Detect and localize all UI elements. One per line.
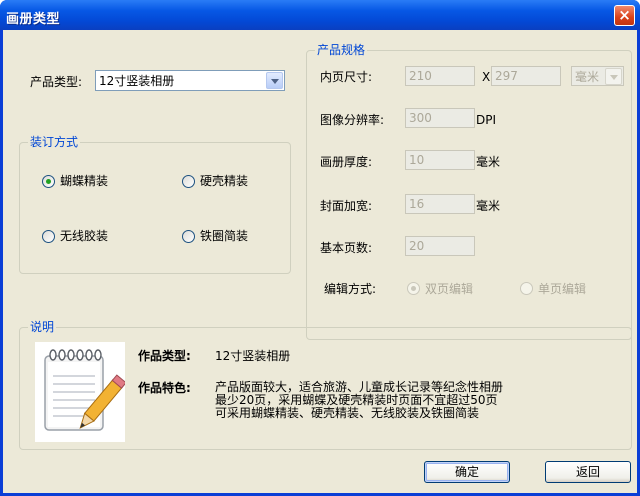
unit-value: 毫米 [575, 70, 600, 84]
work-type-value: 12寸竖装相册 [215, 349, 291, 363]
description-group-title: 说明 [28, 320, 57, 334]
work-type-label: 作品类型: [138, 349, 191, 363]
edit-mode-label-double: 双页编辑 [425, 282, 474, 296]
resolution-unit: DPI [476, 113, 497, 127]
close-button[interactable]: × [614, 5, 635, 26]
product-type-value: 12寸竖装相册 [99, 74, 175, 88]
chevron-down-icon[interactable] [605, 68, 622, 85]
spec-group-title: 产品规格 [315, 43, 368, 57]
resolution-field[interactable]: 300 [405, 108, 475, 128]
dialog-window: 画册类型 × 产品类型: 12寸竖装相册 装订方式 蝴蝶精装 硬壳精装 无线胶装… [0, 0, 640, 496]
edit-mode-radio-double[interactable] [407, 282, 420, 295]
thickness-unit: 毫米 [476, 155, 501, 169]
binding-label-hardcover: 硬壳精装 [200, 174, 249, 188]
cover-width-field[interactable]: 16 [405, 194, 475, 214]
base-pages-value: 20 [409, 239, 425, 253]
height-field[interactable]: 297 [491, 66, 561, 86]
cover-width-unit: 毫米 [476, 199, 501, 213]
binding-radio-spiral[interactable] [182, 230, 195, 243]
work-features-label: 作品特色: [138, 381, 191, 395]
size-separator: X [482, 70, 491, 84]
resolution-value: 300 [409, 111, 432, 125]
base-pages-field[interactable]: 20 [405, 236, 475, 256]
edit-mode-label-single: 单页编辑 [538, 282, 587, 296]
binding-radio-perfect[interactable] [42, 230, 55, 243]
spec-group: 产品规格 内页尺寸: 210 X 297 毫米 图像分辨率: 300 DPI 画… [306, 43, 632, 340]
dialog-body: 产品类型: 12寸竖装相册 装订方式 蝴蝶精装 硬壳精装 无线胶装 铁圈简装 产… [3, 30, 637, 493]
binding-label-butterfly: 蝴蝶精装 [60, 174, 109, 188]
notepad-pencil-icon [35, 342, 127, 442]
edit-mode-radio-single[interactable] [520, 282, 533, 295]
work-features-text: 产品版面较大，适合旅游、儿童成长记录等纪念性相册 最少20页，采用蝴蝶及硬壳精装… [215, 381, 503, 420]
back-button[interactable]: 返回 [545, 461, 631, 483]
thickness-value: 10 [409, 153, 425, 167]
resolution-label: 图像分辨率: [320, 113, 385, 127]
feature-line: 可采用蝴蝶精装、硬壳精装、无线胶装及铁圈简装 [215, 406, 480, 420]
binding-label-spiral: 铁圈简装 [200, 229, 249, 243]
width-value: 210 [409, 69, 432, 83]
binding-label-perfect: 无线胶装 [60, 229, 109, 243]
height-value: 297 [495, 69, 518, 83]
product-type-select[interactable]: 12寸竖装相册 [95, 70, 285, 91]
cover-width-label: 封面加宽: [320, 199, 373, 213]
chevron-down-icon[interactable] [266, 72, 283, 89]
inner-size-label: 内页尺寸: [320, 70, 373, 84]
binding-radio-butterfly[interactable] [42, 175, 55, 188]
base-pages-label: 基本页数: [320, 241, 373, 255]
thickness-label: 画册厚度: [320, 155, 373, 169]
ok-button[interactable]: 确定 [424, 461, 510, 483]
title-bar[interactable]: 画册类型 × [0, 0, 640, 30]
width-field[interactable]: 210 [405, 66, 475, 86]
binding-group: 装订方式 蝴蝶精装 硬壳精装 无线胶装 铁圈简装 [19, 135, 291, 274]
binding-radio-hardcover[interactable] [182, 175, 195, 188]
cover-width-value: 16 [409, 197, 425, 211]
binding-group-title: 装订方式 [28, 135, 81, 149]
edit-mode-label: 编辑方式: [324, 282, 377, 296]
unit-select[interactable]: 毫米 [571, 66, 624, 86]
window-title: 画册类型 [6, 12, 61, 27]
product-type-label: 产品类型: [30, 75, 83, 89]
thickness-field[interactable]: 10 [405, 150, 475, 170]
